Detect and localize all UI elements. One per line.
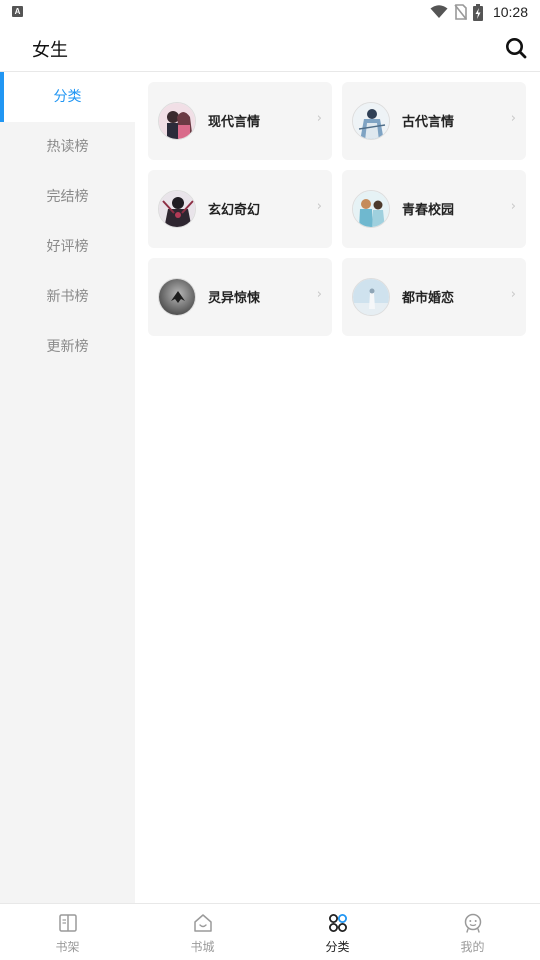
sidebar-item-updated[interactable]: 更新榜	[0, 322, 135, 372]
no-sim-icon	[454, 4, 467, 20]
app-header: 女生	[0, 24, 540, 72]
category-avatar	[158, 190, 196, 228]
category-card-fantasy[interactable]: 玄幻奇幻 ›	[148, 170, 332, 248]
category-card-campus-youth[interactable]: 青春校园 ›	[342, 170, 526, 248]
category-card-supernatural[interactable]: 灵异惊悚 ›	[148, 258, 332, 336]
status-icons: 10:28	[430, 2, 528, 22]
sidebar-item-hot-reads[interactable]: 热读榜	[0, 122, 135, 172]
category-avatar	[352, 190, 390, 228]
chevron-right-icon: ›	[510, 199, 516, 214]
category-avatar	[352, 278, 390, 316]
wifi-icon	[430, 5, 448, 18]
status-time: 10:28	[492, 4, 528, 20]
nav-label: 书架	[55, 940, 80, 954]
category-avatar	[158, 278, 196, 316]
sidebar-item-completed[interactable]: 完结榜	[0, 172, 135, 222]
category-grid: 现代言情 › 古代言情 › 玄幻奇幻 › 青春校园 › 灵异惊悚 › 都市婚恋 …	[135, 72, 540, 903]
sidebar-item-label: 新书榜	[46, 289, 89, 305]
sidebar-item-label: 热读榜	[46, 139, 89, 155]
sidebar-item-top-rated[interactable]: 好评榜	[0, 222, 135, 272]
category-label: 玄幻奇幻	[208, 203, 261, 218]
profile-face-icon	[464, 913, 481, 933]
notification-a-icon: A	[12, 6, 23, 17]
house-icon	[193, 914, 212, 932]
category-label: 青春校园	[402, 203, 455, 218]
chevron-right-icon: ›	[316, 287, 322, 302]
sidebar-item-label: 完结榜	[46, 189, 89, 205]
category-card-modern-romance[interactable]: 现代言情 ›	[148, 82, 332, 160]
nav-label: 书城	[190, 940, 215, 954]
bottom-nav: 书架 书城 分类 我的	[0, 903, 540, 960]
category-avatar	[352, 102, 390, 140]
category-card-urban-marriage[interactable]: 都市婚恋 ›	[342, 258, 526, 336]
search-button[interactable]	[504, 36, 528, 60]
category-grid-icon	[328, 914, 347, 932]
category-label: 灵异惊悚	[208, 291, 261, 306]
battery-charging-icon	[472, 3, 483, 21]
nav-profile[interactable]: 我的	[405, 904, 540, 960]
page-title: 女生	[32, 40, 68, 61]
category-label: 现代言情	[208, 115, 261, 130]
category-avatar	[158, 102, 196, 140]
search-icon	[506, 38, 527, 59]
sidebar-item-label: 分类	[53, 89, 82, 105]
sidebar-item-new-books[interactable]: 新书榜	[0, 272, 135, 322]
chevron-right-icon: ›	[316, 199, 322, 214]
sidebar: 分类 热读榜 完结榜 好评榜 新书榜 更新榜	[0, 72, 135, 903]
nav-label: 分类	[325, 940, 350, 954]
sidebar-item-label: 好评榜	[46, 239, 89, 255]
nav-bookshelf[interactable]: 书架	[0, 904, 135, 960]
nav-label: 我的	[460, 940, 485, 954]
category-label: 都市婚恋	[402, 291, 455, 306]
category-label: 古代言情	[402, 115, 455, 130]
sidebar-item-category[interactable]: 分类	[0, 72, 135, 122]
chevron-right-icon: ›	[510, 111, 516, 126]
sidebar-item-label: 更新榜	[46, 339, 89, 355]
book-open-icon	[58, 914, 77, 932]
chevron-right-icon: ›	[510, 287, 516, 302]
status-bar: A 10:28	[0, 0, 540, 24]
category-card-ancient-romance[interactable]: 古代言情 ›	[342, 82, 526, 160]
nav-bookstore[interactable]: 书城	[135, 904, 270, 960]
chevron-right-icon: ›	[316, 111, 322, 126]
nav-category[interactable]: 分类	[270, 904, 405, 960]
